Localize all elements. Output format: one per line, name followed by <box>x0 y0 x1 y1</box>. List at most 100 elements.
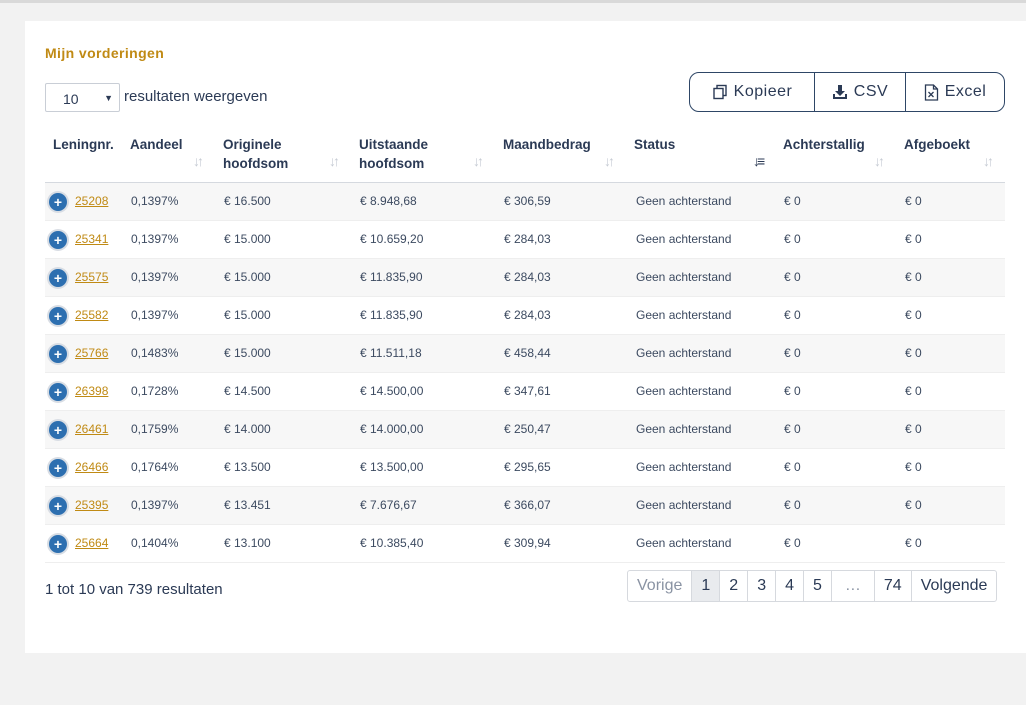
loan-number-link[interactable]: 26466 <box>75 460 108 474</box>
cell-arrears: € 0 <box>784 460 801 474</box>
cell-written-off: € 0 <box>905 194 922 208</box>
expand-row-icon[interactable]: + <box>49 535 67 553</box>
pagination-next[interactable]: Volgende <box>910 571 997 601</box>
cell-outstanding-principal: € 14.500,00 <box>360 384 424 398</box>
cell-monthly-amount: € 250,47 <box>504 422 551 436</box>
loan-number-link[interactable]: 25208 <box>75 194 108 208</box>
expand-row-icon[interactable]: + <box>49 497 67 515</box>
loan-number-link[interactable]: 25395 <box>75 498 108 512</box>
excel-file-icon <box>924 83 939 101</box>
column-header-monthly-amount[interactable]: Maandbedrag <box>503 135 613 154</box>
cell-status: Geen achterstand <box>636 308 732 322</box>
loan-number-link[interactable]: 25766 <box>75 346 108 360</box>
table-row: +26398 0,1728% € 14.500 € 14.500,00 € 347,61… <box>45 373 1005 411</box>
cell-monthly-amount: € 295,65 <box>504 460 551 474</box>
expand-row-icon[interactable]: + <box>49 193 67 211</box>
column-header-arrears[interactable]: Achterstallig <box>783 135 883 154</box>
copy-button[interactable]: Kopieer <box>690 73 814 111</box>
cell-status: Geen achterstand <box>636 536 732 550</box>
cell-arrears: € 0 <box>784 232 801 246</box>
cell-status: Geen achterstand <box>636 460 732 474</box>
loan-number-link[interactable]: 26398 <box>75 384 108 398</box>
pagination-page[interactable]: 4 <box>775 571 803 601</box>
csv-button[interactable]: CSV <box>814 73 905 111</box>
excel-button[interactable]: Excel <box>905 73 1004 111</box>
loan-number-link[interactable]: 25575 <box>75 270 108 284</box>
expand-row-icon[interactable]: + <box>49 459 67 477</box>
cell-outstanding-principal: € 7.676,67 <box>360 498 417 512</box>
cell-written-off: € 0 <box>905 270 922 284</box>
cell-share: 0,1397% <box>131 498 179 512</box>
column-header-outstanding-principal[interactable]: Uitstaande hoofdsom <box>359 135 459 173</box>
cell-arrears: € 0 <box>784 194 801 208</box>
cell-outstanding-principal: € 11.511,18 <box>360 346 422 360</box>
cell-original-principal: € 13.500 <box>224 460 271 474</box>
cell-share: 0,1397% <box>131 232 179 246</box>
page-length-label: resultaten weergeven <box>124 88 268 105</box>
cell-original-principal: € 13.100 <box>224 536 271 550</box>
sort-descending-icon[interactable]: ↓≡ <box>753 153 765 169</box>
expand-row-icon[interactable]: + <box>49 421 67 439</box>
cell-written-off: € 0 <box>905 422 922 436</box>
pagination-previous[interactable]: Vorige <box>628 571 691 601</box>
sort-icon[interactable]: ↓↑ <box>473 153 484 169</box>
cell-original-principal: € 16.500 <box>224 194 271 208</box>
pagination-page[interactable]: 5 <box>803 571 831 601</box>
cell-arrears: € 0 <box>784 384 801 398</box>
pagination-page[interactable]: 74 <box>873 571 911 601</box>
cell-arrears: € 0 <box>784 346 801 360</box>
pagination-page[interactable]: 2 <box>719 571 747 601</box>
cell-original-principal: € 15.000 <box>224 346 271 360</box>
cell-written-off: € 0 <box>905 346 922 360</box>
page-length-value: 10 <box>63 91 79 107</box>
sort-icon[interactable]: ↓↑ <box>874 153 885 169</box>
sort-icon[interactable]: ↓↑ <box>193 153 204 169</box>
table-info: 1 tot 10 van 739 resultaten <box>45 581 223 598</box>
cell-original-principal: € 15.000 <box>224 232 271 246</box>
copy-icon <box>712 84 728 100</box>
pagination-page[interactable]: 1 <box>691 571 720 601</box>
cell-original-principal: € 15.000 <box>224 270 271 284</box>
sort-icon[interactable]: ↓↑ <box>329 153 340 169</box>
column-header-status[interactable]: Status <box>634 135 714 154</box>
table-row: +25582 0,1397% € 15.000 € 11.835,90 € 284,03… <box>45 297 1005 335</box>
column-header-loan-number[interactable]: Leningnr. <box>53 135 123 154</box>
sort-icon[interactable]: ↓↑ <box>983 153 994 169</box>
expand-row-icon[interactable]: + <box>49 231 67 249</box>
column-header-written-off[interactable]: Afgeboekt <box>904 135 994 154</box>
loan-number-link[interactable]: 25664 <box>75 536 108 550</box>
cell-share: 0,1397% <box>131 308 179 322</box>
section-title: Mijn vorderingen <box>45 45 165 61</box>
cell-written-off: € 0 <box>905 498 922 512</box>
cell-status: Geen achterstand <box>636 194 732 208</box>
loan-number-link[interactable]: 26461 <box>75 422 108 436</box>
table-row: +25341 0,1397% € 15.000 € 10.659,20 € 284,03… <box>45 221 1005 259</box>
cell-monthly-amount: € 284,03 <box>504 232 551 246</box>
cell-status: Geen achterstand <box>636 270 732 284</box>
cell-arrears: € 0 <box>784 270 801 284</box>
expand-row-icon[interactable]: + <box>49 383 67 401</box>
expand-row-icon[interactable]: + <box>49 345 67 363</box>
sort-icon[interactable]: ↓↑ <box>604 153 615 169</box>
table-row: +25766 0,1483% € 15.000 € 11.511,18 € 458,44… <box>45 335 1005 373</box>
column-header-original-principal[interactable]: Originele hoofdsom <box>223 135 323 173</box>
expand-row-icon[interactable]: + <box>49 269 67 287</box>
cell-monthly-amount: € 284,03 <box>504 308 551 322</box>
loan-number-link[interactable]: 25341 <box>75 232 108 246</box>
table-row: +25208 0,1397% € 16.500 € 8.948,68 € 306,59 G… <box>45 183 1005 221</box>
cell-arrears: € 0 <box>784 536 801 550</box>
table-row: +26466 0,1764% € 13.500 € 13.500,00 € 295,65… <box>45 449 1005 487</box>
loan-number-link[interactable]: 25582 <box>75 308 108 322</box>
page-length-select[interactable]: 10 ▼ <box>45 83 120 112</box>
cell-written-off: € 0 <box>905 536 922 550</box>
table-row: +26461 0,1759% € 14.000 € 14.000,00 € 250,47… <box>45 411 1005 449</box>
cell-monthly-amount: € 309,94 <box>504 536 551 550</box>
expand-row-icon[interactable]: + <box>49 307 67 325</box>
pagination-ellipsis: … <box>830 571 874 601</box>
cell-outstanding-principal: € 14.000,00 <box>360 422 424 436</box>
cell-monthly-amount: € 306,59 <box>504 194 551 208</box>
column-header-share[interactable]: Aandeel <box>130 135 200 154</box>
cell-share: 0,1483% <box>131 346 179 360</box>
cell-status: Geen achterstand <box>636 498 732 512</box>
pagination-page[interactable]: 3 <box>747 571 775 601</box>
